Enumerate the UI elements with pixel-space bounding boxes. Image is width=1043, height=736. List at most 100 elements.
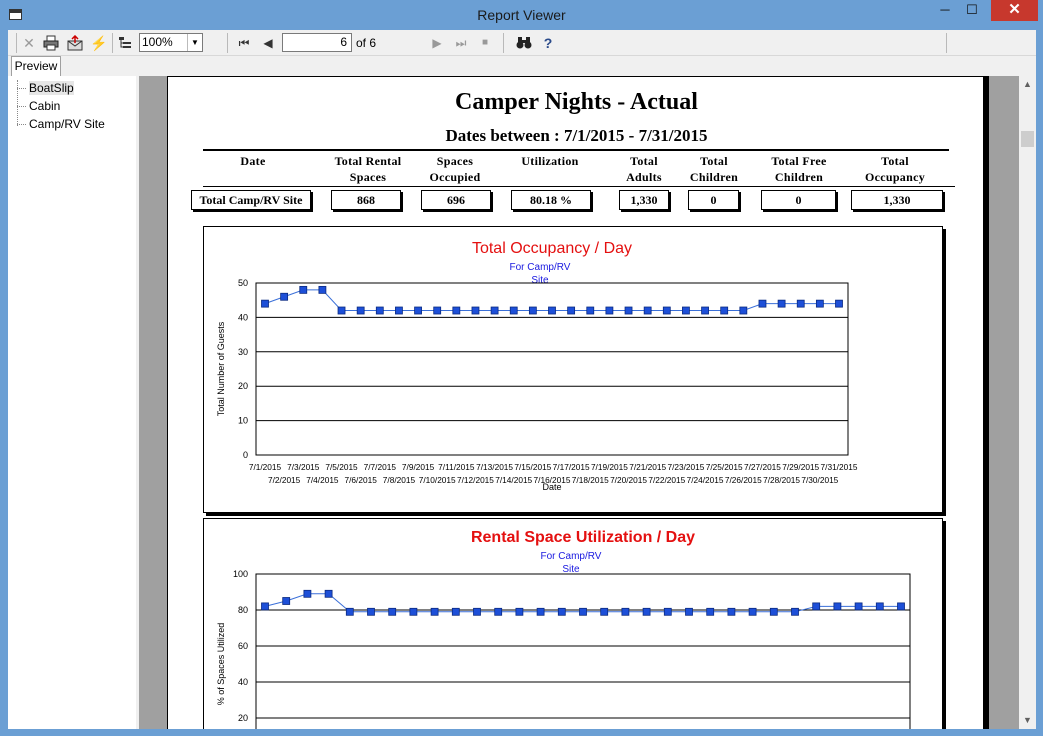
- data-point: [471, 306, 480, 315]
- data-point: [318, 285, 327, 294]
- x-tick-label: 7/31/2015: [821, 462, 858, 472]
- x-tick-label: 7/7/2015: [364, 462, 397, 472]
- data-point: [875, 602, 884, 611]
- scroll-up-icon[interactable]: ▲: [1019, 76, 1036, 93]
- vertical-scrollbar[interactable]: ▲ ▼: [1019, 76, 1036, 729]
- zoom-value: 100%: [142, 35, 173, 49]
- zoom-select[interactable]: 100% ▼: [139, 33, 203, 52]
- last-page-icon[interactable]: ⏭: [452, 33, 470, 53]
- data-point: [509, 306, 518, 315]
- page-number-input[interactable]: 6: [282, 33, 352, 52]
- x-tick-label: 7/17/2015: [553, 462, 590, 472]
- close-button[interactable]: ✕: [991, 0, 1038, 21]
- x-tick-label: 7/24/2015: [687, 475, 724, 485]
- close-report-icon[interactable]: ✕: [20, 33, 38, 53]
- scroll-thumb[interactable]: [1021, 131, 1034, 147]
- data-point: [791, 607, 799, 616]
- occupancy-chart-panel: Total Occupancy / Day For Camp/RV Site 0 10 2…: [203, 226, 943, 513]
- data-point: [280, 292, 289, 301]
- scroll-down-icon[interactable]: ▼: [1019, 712, 1036, 729]
- group-tree: BoatSlip Cabin Camp/RV Site: [8, 76, 136, 729]
- plot-area: [255, 573, 911, 729]
- data-point: [777, 299, 786, 308]
- data-point: [812, 602, 821, 611]
- data-point: [388, 607, 397, 616]
- chevron-down-icon[interactable]: ▼: [187, 34, 202, 51]
- data-point: [490, 306, 499, 315]
- x-tick-label: 7/22/2015: [648, 475, 685, 485]
- print-icon[interactable]: [42, 33, 60, 53]
- next-page-icon[interactable]: ▶: [428, 33, 446, 53]
- col-header-utilization: Utilization: [521, 154, 579, 168]
- data-point: [600, 607, 609, 616]
- report-title: Camper Nights - Actual: [455, 89, 698, 115]
- report-preview-area[interactable]: Camper Nights - Actual Dates between : 7…: [139, 76, 1019, 729]
- y-tick-label: 20: [238, 381, 248, 391]
- data-point: [536, 607, 545, 616]
- data-point: [557, 607, 566, 616]
- help-icon[interactable]: ?: [539, 33, 557, 53]
- stop-icon[interactable]: ■: [476, 33, 494, 53]
- data-point: [605, 306, 614, 315]
- minimize-button[interactable]: ─: [932, 0, 958, 21]
- x-tick-label: 7/13/2015: [476, 462, 513, 472]
- y-tick-label: 80: [238, 605, 248, 615]
- chart-title: Rental Space Utilization / Day: [471, 529, 695, 546]
- x-tick-label: 7/18/2015: [572, 475, 609, 485]
- x-tick-label: 7/5/2015: [325, 462, 358, 472]
- data-point: [409, 607, 418, 616]
- x-tick-label: 7/29/2015: [782, 462, 819, 472]
- title-bar[interactable]: Report Viewer ─ ☐ ✕: [0, 0, 1043, 30]
- y-tick-label: 100: [233, 569, 248, 579]
- tree-item-label: BoatSlip: [29, 81, 74, 95]
- data-point: [897, 602, 905, 611]
- value-total-free-children: 0: [761, 190, 836, 210]
- x-tick-label: 7/20/2015: [610, 475, 647, 485]
- x-tick-label: 7/3/2015: [287, 462, 320, 472]
- export-icon[interactable]: [66, 33, 84, 53]
- tree-item-camp-rv-site[interactable]: Camp/RV Site: [15, 116, 105, 133]
- data-point: [769, 607, 778, 616]
- x-tick-label: 7/6/2015: [345, 475, 378, 485]
- value-utilization: 80.18 %: [511, 190, 591, 210]
- data-point: [663, 607, 672, 616]
- y-tick-label: 30: [238, 347, 248, 357]
- tree-item-cabin[interactable]: Cabin: [15, 98, 60, 115]
- toolbar: ✕ ⚡ 100% ▼ ⏮ ◀ 6 of 6 ▶ ⏭ ■ ?: [8, 30, 1036, 56]
- x-tick-label: 7/19/2015: [591, 462, 628, 472]
- toolbar-separator: [227, 33, 228, 53]
- tab-preview[interactable]: Preview: [11, 56, 61, 76]
- previous-page-icon[interactable]: ◀: [259, 33, 277, 53]
- group-tree-icon[interactable]: [116, 33, 134, 53]
- maximize-button[interactable]: ☐: [959, 0, 985, 21]
- x-tick-label: 7/21/2015: [629, 462, 666, 472]
- tree-item-label: Camp/RV Site: [29, 117, 105, 131]
- data-point: [815, 299, 824, 308]
- data-point: [642, 607, 651, 616]
- data-point: [367, 607, 375, 616]
- header-top-rule: [203, 149, 949, 151]
- data-point: [748, 607, 757, 616]
- refresh-lightning-icon[interactable]: ⚡: [90, 33, 108, 53]
- header-bottom-rule: [203, 186, 955, 187]
- tree-item-boatslip[interactable]: BoatSlip: [15, 80, 74, 97]
- data-point: [706, 607, 715, 616]
- data-point: [261, 602, 269, 611]
- y-axis-label: % of Spaces Utilized: [216, 623, 226, 706]
- chart-title: Total Occupancy / Day: [472, 240, 632, 257]
- data-point: [643, 306, 652, 315]
- window-title: Report Viewer: [477, 7, 566, 23]
- col-header-total-children: Total Children: [689, 154, 739, 184]
- data-point: [303, 589, 312, 598]
- first-page-icon[interactable]: ⏮: [235, 33, 253, 53]
- search-binoculars-icon[interactable]: [514, 33, 534, 53]
- x-tick-label: 7/8/2015: [383, 475, 416, 485]
- toolbar-separator: [946, 33, 947, 53]
- x-axis-label: Date: [542, 482, 561, 492]
- line-chart: Rental Space Utilization / Day For Camp/R…: [216, 529, 911, 729]
- data-point: [567, 306, 576, 315]
- x-tick-label: 7/25/2015: [706, 462, 743, 472]
- data-point: [833, 602, 842, 611]
- col-header-total-occupancy: Total Occupancy: [864, 154, 926, 184]
- data-point: [854, 602, 863, 611]
